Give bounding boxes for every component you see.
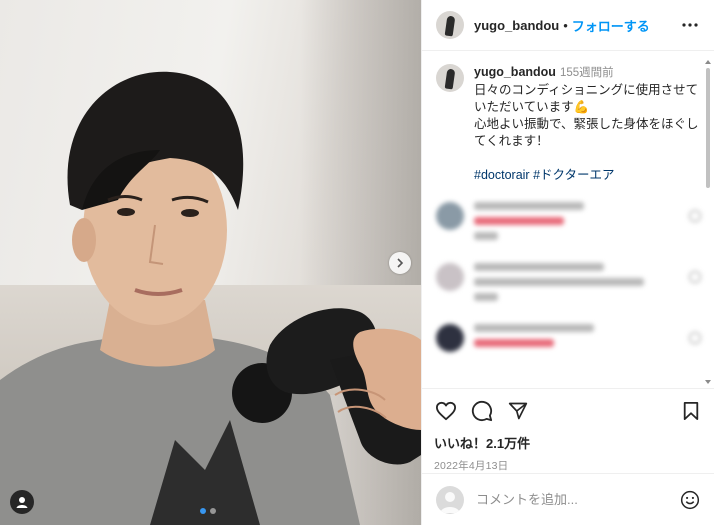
heart-icon — [435, 401, 456, 421]
chevron-right-icon — [397, 258, 404, 268]
comment-item — [422, 316, 714, 362]
comment-avatar — [436, 263, 464, 291]
comment-text-blurred — [474, 339, 554, 347]
more-options-button[interactable] — [680, 15, 700, 35]
caption-username[interactable]: yugo_bandou — [474, 65, 556, 79]
caption-body: yugo_bandou 155週間前 日々のコンディショニングに使用させていただい… — [474, 64, 701, 184]
comment-text-blurred — [474, 202, 584, 210]
save-button[interactable] — [679, 399, 703, 423]
hashtag-doctorair[interactable]: #doctorair — [474, 168, 530, 182]
caption-line-1: 日々のコンディショニングに使用させていただいています💪 — [474, 83, 699, 114]
carousel-dot-1 — [200, 508, 206, 514]
post-actions: いいね！2.1万件 2022年4月13日 — [422, 388, 714, 473]
comment-button[interactable] — [470, 399, 494, 423]
comment-item — [422, 194, 714, 255]
emoji-button[interactable] — [679, 489, 701, 511]
comment-like-icon — [689, 332, 701, 344]
comment-meta-blurred — [474, 293, 498, 301]
comment-avatar — [436, 324, 464, 352]
author-username[interactable]: yugo_bandou — [474, 18, 559, 33]
more-horizontal-icon — [682, 23, 698, 27]
scrollbar-thumb[interactable] — [706, 68, 710, 188]
comment-text-blurred — [474, 324, 594, 332]
add-comment-bar — [422, 473, 714, 525]
share-button[interactable] — [506, 399, 530, 423]
current-user-avatar — [436, 485, 464, 514]
post-photo[interactable] — [0, 0, 421, 525]
scroll-up-arrow-icon — [705, 60, 711, 64]
post-caption: yugo_bandou 155週間前 日々のコンディショニングに使用させていただい… — [422, 52, 714, 194]
photo-subject — [0, 71, 421, 525]
comment-meta-blurred — [474, 232, 498, 240]
post-date[interactable]: 2022年4月13日 — [434, 458, 703, 473]
author-avatar[interactable] — [436, 11, 464, 39]
comment-text-blurred — [474, 217, 564, 225]
post-side-panel: yugo_bandou • フォローする yugo_bandou 155週間前 日… — [421, 0, 714, 525]
follow-button[interactable]: フォローする — [572, 16, 650, 35]
emoji-icon — [680, 490, 700, 509]
caption-line-2: 心地よい振動で、緊張した身体をほぐしてくれます！ — [474, 117, 699, 148]
comment-like-icon — [689, 210, 701, 222]
like-button[interactable] — [434, 399, 458, 423]
comment-text-blurred — [474, 263, 604, 271]
default-avatar-icon — [440, 491, 460, 513]
comment-input[interactable] — [476, 492, 679, 507]
caption-time[interactable]: 155週間前 — [560, 67, 614, 79]
post-header: yugo_bandou • フォローする — [422, 0, 714, 51]
comments-scroll-area[interactable]: yugo_bandou 155週間前 日々のコンディショニングに使用させていただい… — [422, 52, 714, 387]
user-tag-icon — [16, 497, 28, 508]
likes-count[interactable]: いいね！2.1万件 — [434, 433, 703, 452]
next-slide-button[interactable] — [389, 252, 411, 274]
user-tag-button[interactable] — [10, 490, 34, 514]
comments-scrollbar[interactable] — [704, 58, 712, 386]
share-icon — [508, 402, 528, 420]
carousel-indicator — [200, 508, 216, 514]
carousel-dot-2 — [210, 508, 216, 514]
scroll-down-arrow-icon — [705, 380, 711, 384]
hashtag-doctorair-jp[interactable]: #ドクターエア — [533, 168, 614, 182]
header-separator: • — [563, 17, 568, 33]
comment-item — [422, 255, 714, 316]
caption-avatar[interactable] — [436, 64, 464, 92]
comment-text-blurred — [474, 278, 644, 286]
comment-avatar — [436, 202, 464, 230]
bookmark-icon — [683, 402, 699, 420]
comment-icon — [471, 400, 493, 422]
comment-like-icon — [689, 271, 701, 283]
